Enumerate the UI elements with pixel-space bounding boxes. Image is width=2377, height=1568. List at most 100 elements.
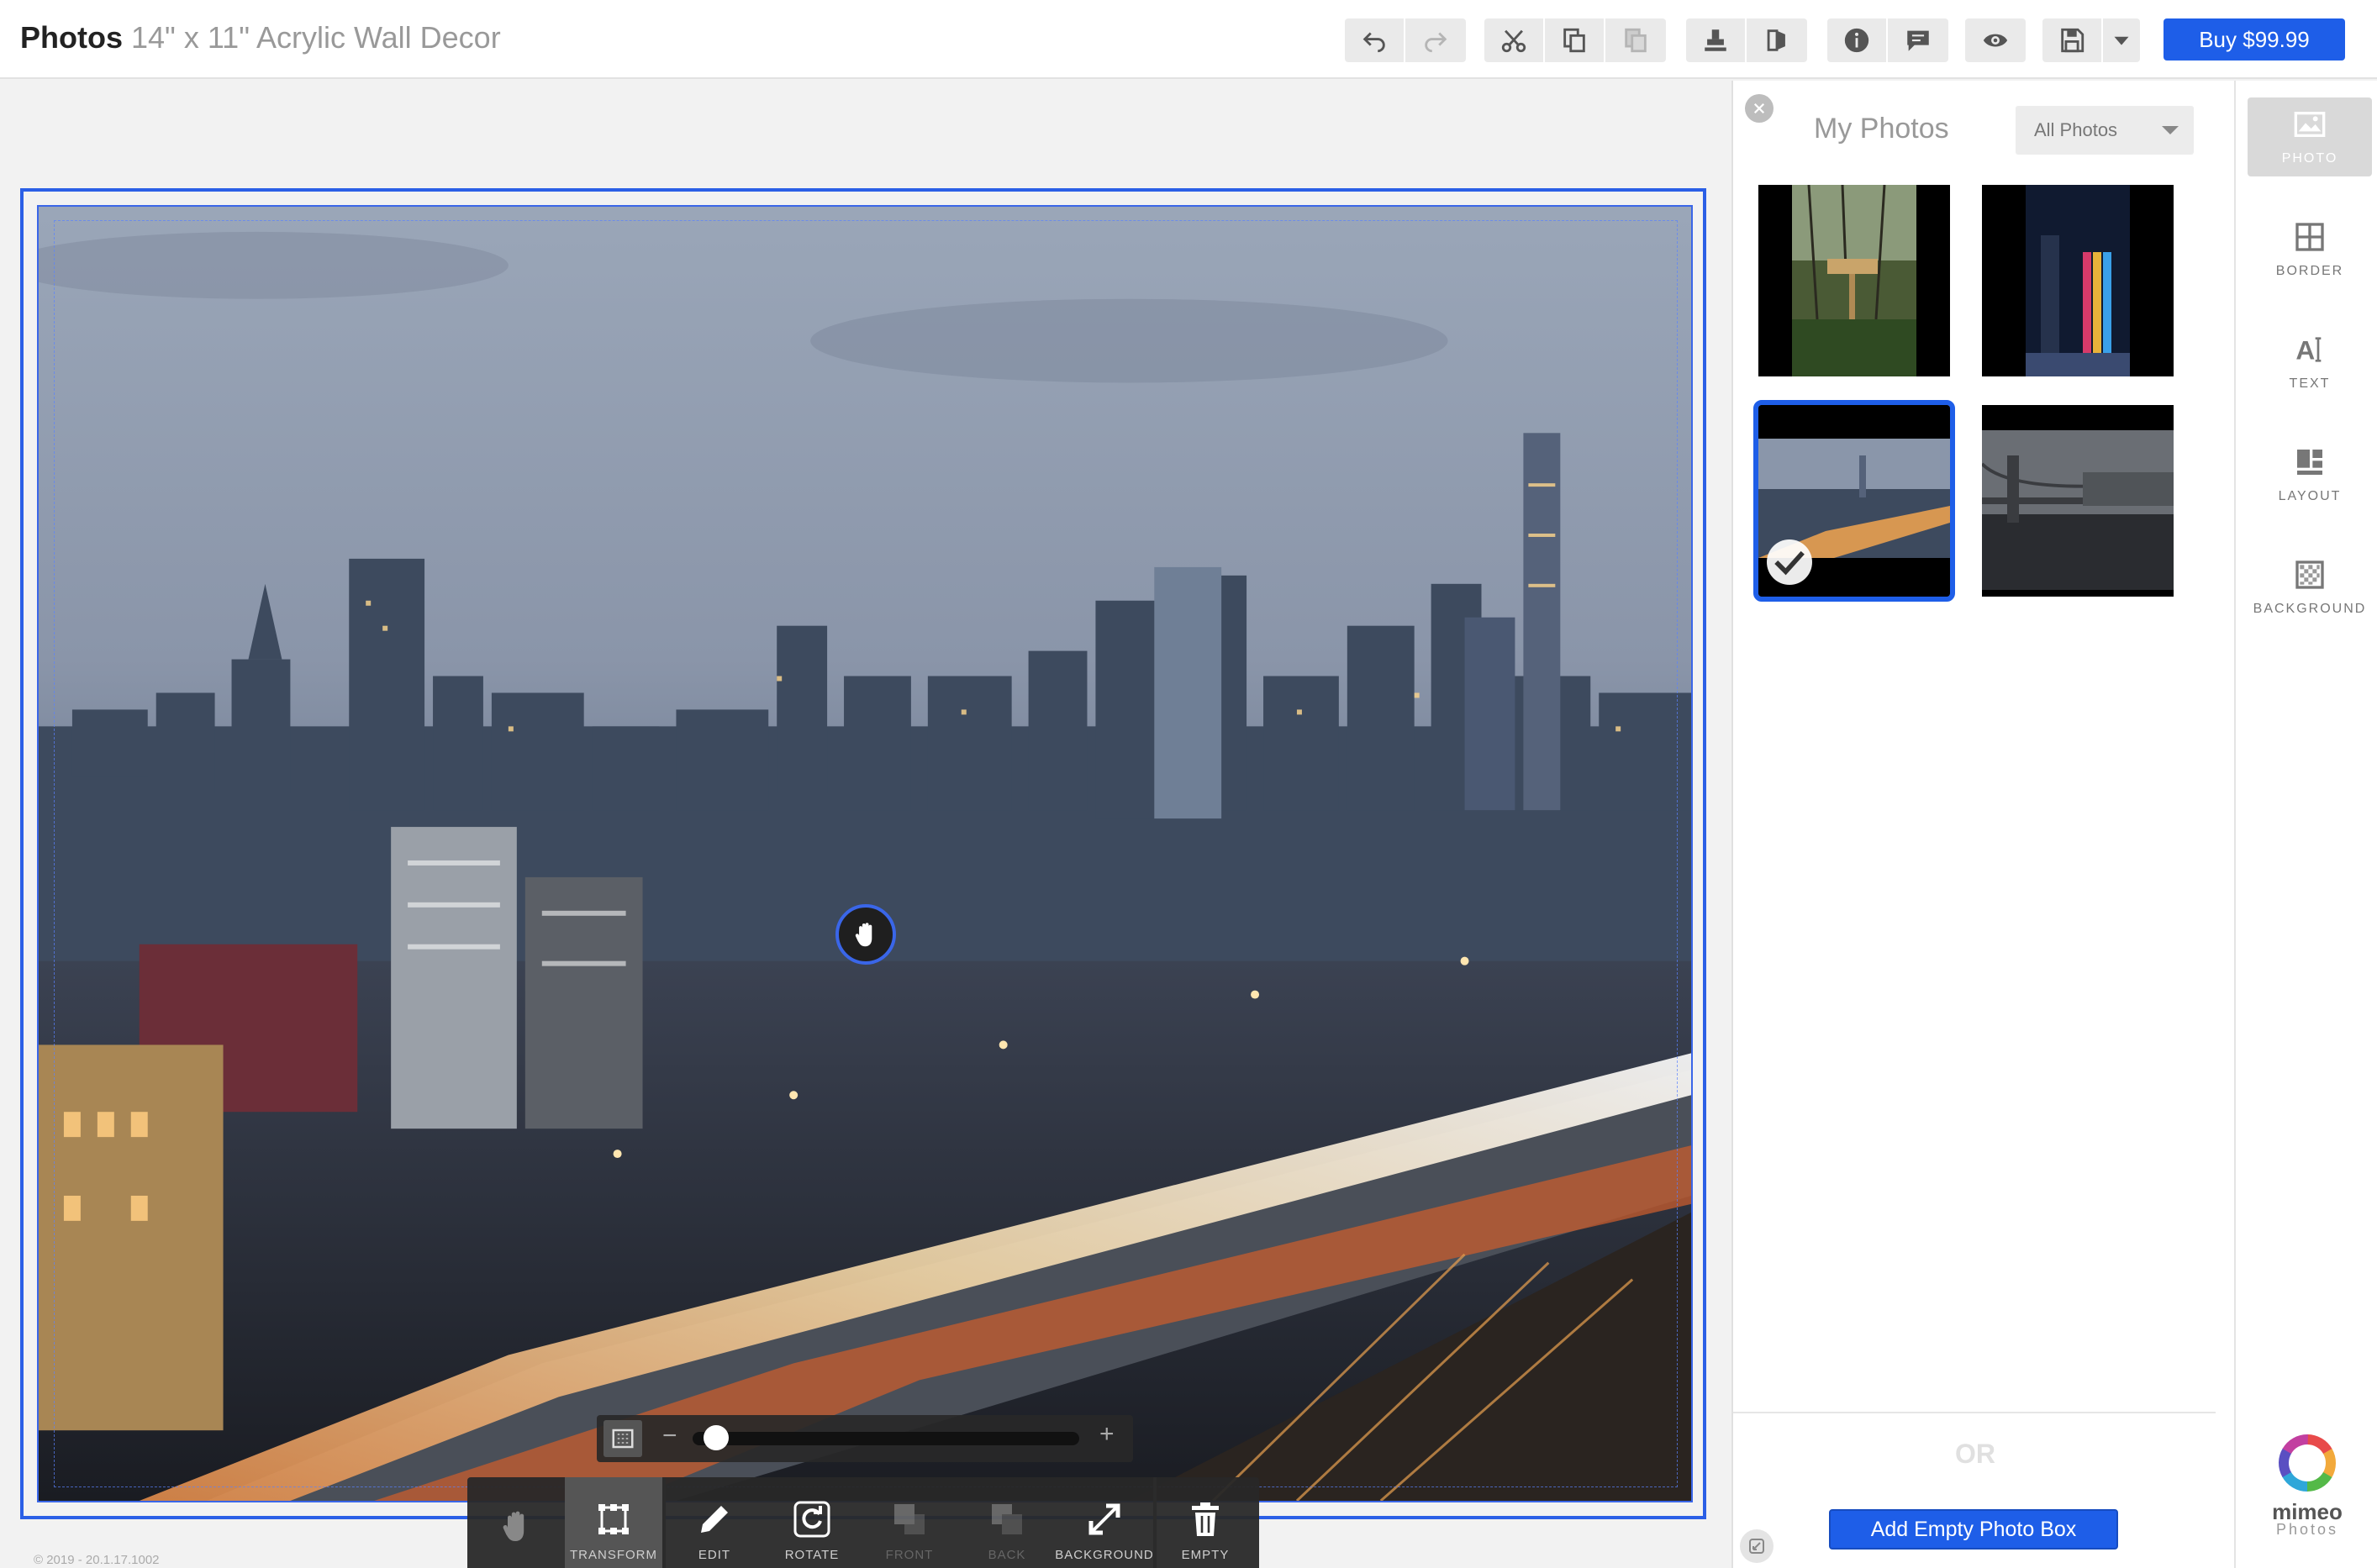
transform-icon <box>598 1503 629 1534</box>
rail-item-background[interactable]: BACKGROUND <box>2248 548 2372 627</box>
undo-button[interactable] <box>1345 18 1405 62</box>
expand-icon <box>1088 1503 1120 1534</box>
mirror-button[interactable] <box>1747 18 1807 62</box>
redo-button[interactable] <box>1405 18 1466 62</box>
mimeo-logo-icon <box>2279 1434 2336 1492</box>
rail-item-layout[interactable]: LAYOUT <box>2248 435 2372 514</box>
stamp-icon <box>1705 29 1726 51</box>
rail-item-label: TEXT <box>2289 376 2331 391</box>
right-rail: PHOTO BORDER A TEXT LAYOUT BACKGROUND mi… <box>2234 81 2377 1568</box>
resize-panel-button[interactable] <box>1740 1529 1774 1563</box>
save-button[interactable] <box>2042 18 2103 62</box>
transform-tool-button[interactable]: TRANSFORM <box>565 1477 662 1568</box>
comment-button[interactable] <box>1888 18 1948 62</box>
bring-front-icon <box>894 1503 925 1534</box>
filter-value: All Photos <box>2034 119 2118 140</box>
tool-label: ROTATE <box>784 1547 840 1562</box>
rail-item-text[interactable]: A TEXT <box>2248 323 2372 402</box>
copy-icon <box>1563 28 1585 53</box>
save-group <box>2042 18 2140 62</box>
city-lights-photo <box>1982 185 2174 376</box>
close-panel-button[interactable] <box>1745 94 1774 123</box>
comment-icon <box>1907 30 1929 51</box>
buy-button[interactable]: Buy $99.99 <box>2164 18 2345 61</box>
tool-label: TRANSFORM <box>570 1547 657 1562</box>
paste-icon <box>1625 28 1647 53</box>
empty-tool-button[interactable]: EMPTY <box>1157 1477 1254 1568</box>
photo-thumbnail[interactable] <box>1758 185 1950 376</box>
top-bar: Photos 14" x 11" Acrylic Wall Decor Buy … <box>0 0 2377 79</box>
photo-thumbnail-selected[interactable] <box>1753 400 1955 602</box>
save-dropdown-button[interactable] <box>2103 18 2140 62</box>
info-icon <box>1844 28 1869 53</box>
preview-icon <box>1983 34 2008 47</box>
rotate-icon <box>793 1501 830 1537</box>
photo-drag-handle[interactable] <box>835 904 896 965</box>
photo-icon <box>2294 112 2326 137</box>
arrange-group <box>1686 18 1807 62</box>
pencil-icon <box>701 1505 728 1533</box>
rail-item-border[interactable]: BORDER <box>2248 210 2372 289</box>
zoom-in-button[interactable]: + <box>1099 1420 1115 1449</box>
cut-button[interactable] <box>1484 18 1545 62</box>
close-icon <box>1753 103 1765 114</box>
cut-icon <box>1501 29 1526 53</box>
background-tool-button[interactable]: BACKGROUND <box>1055 1477 1154 1568</box>
chevron-down-icon <box>2162 126 2179 134</box>
bring-front-button[interactable]: FRONT <box>861 1477 958 1568</box>
rail-item-label: LAYOUT <box>2278 489 2342 503</box>
rotate-tool-button[interactable]: ROTATE <box>763 1477 861 1568</box>
photos-panel: My Photos All Photos OR Add Empty Photo … <box>1731 81 2234 1568</box>
rail-item-label: PHOTO <box>2281 151 2338 166</box>
rail-item-label: BACKGROUND <box>2253 602 2367 616</box>
tool-label: FRONT <box>885 1547 934 1562</box>
tool-label: BACK <box>988 1547 1026 1562</box>
zoom-slider[interactable] <box>693 1432 1079 1445</box>
brand-subtitle: Photos <box>2275 1521 2339 1538</box>
photo-filter-select[interactable]: All Photos <box>2016 106 2194 155</box>
crop-icon <box>612 1429 634 1449</box>
tool-label: BACKGROUND <box>1055 1547 1154 1562</box>
photo-thumbnail[interactable] <box>1982 405 2174 597</box>
preview-button[interactable] <box>1965 18 2026 62</box>
waterfall-sign-photo <box>1758 185 1950 376</box>
zoom-slider-knob[interactable] <box>703 1425 729 1450</box>
clipboard-group <box>1484 18 1666 62</box>
copy-button[interactable] <box>1545 18 1605 62</box>
paste-button[interactable] <box>1605 18 1666 62</box>
hand-icon <box>855 923 872 947</box>
photo-thumbnail[interactable] <box>1982 185 2174 376</box>
panel-title: My Photos <box>1814 113 1949 145</box>
crop-fit-button[interactable] <box>603 1420 642 1457</box>
background-icon <box>2295 560 2324 589</box>
trash-icon <box>1192 1502 1219 1536</box>
tool-label: EMPTY <box>1181 1547 1230 1562</box>
zoom-bar: − + <box>597 1415 1133 1462</box>
canvas-area: − + TRANSFORM EDIT ROTATE FRONT BACK BAC… <box>0 81 1730 1568</box>
border-icon <box>2295 223 2324 251</box>
info-group <box>1827 18 1948 62</box>
dropdown-icon <box>2114 36 2129 45</box>
photo-toolbar: TRANSFORM EDIT ROTATE FRONT BACK BACKGRO… <box>467 1477 1259 1568</box>
redo-icon <box>1425 32 1447 53</box>
rail-item-label: BORDER <box>2275 264 2344 278</box>
or-label: OR <box>1955 1439 1995 1469</box>
rail-item-photo[interactable]: PHOTO <box>2248 97 2372 176</box>
text-icon: A <box>2295 335 2322 366</box>
edit-tool-button[interactable]: EDIT <box>666 1477 763 1568</box>
history-group <box>1345 18 1466 62</box>
pan-tool-button[interactable] <box>467 1477 565 1568</box>
send-back-icon <box>992 1503 1022 1534</box>
canvas-photo[interactable] <box>37 205 1693 1502</box>
resize-icon <box>1749 1539 1764 1554</box>
save-icon <box>2061 28 2084 53</box>
layout-icon <box>2297 450 2322 475</box>
add-empty-photo-box-button[interactable]: Add Empty Photo Box <box>1829 1509 2118 1550</box>
info-button[interactable] <box>1827 18 1888 62</box>
copyright-text: © 2019 - 20.1.17.1002 <box>34 1553 160 1567</box>
stamp-button[interactable] <box>1686 18 1747 62</box>
zoom-out-button[interactable]: − <box>662 1422 677 1450</box>
product-title: 14" x 11" Acrylic Wall Decor <box>131 20 501 55</box>
send-back-button[interactable]: BACK <box>958 1477 1056 1568</box>
skyline-photo-image <box>39 207 1691 1501</box>
